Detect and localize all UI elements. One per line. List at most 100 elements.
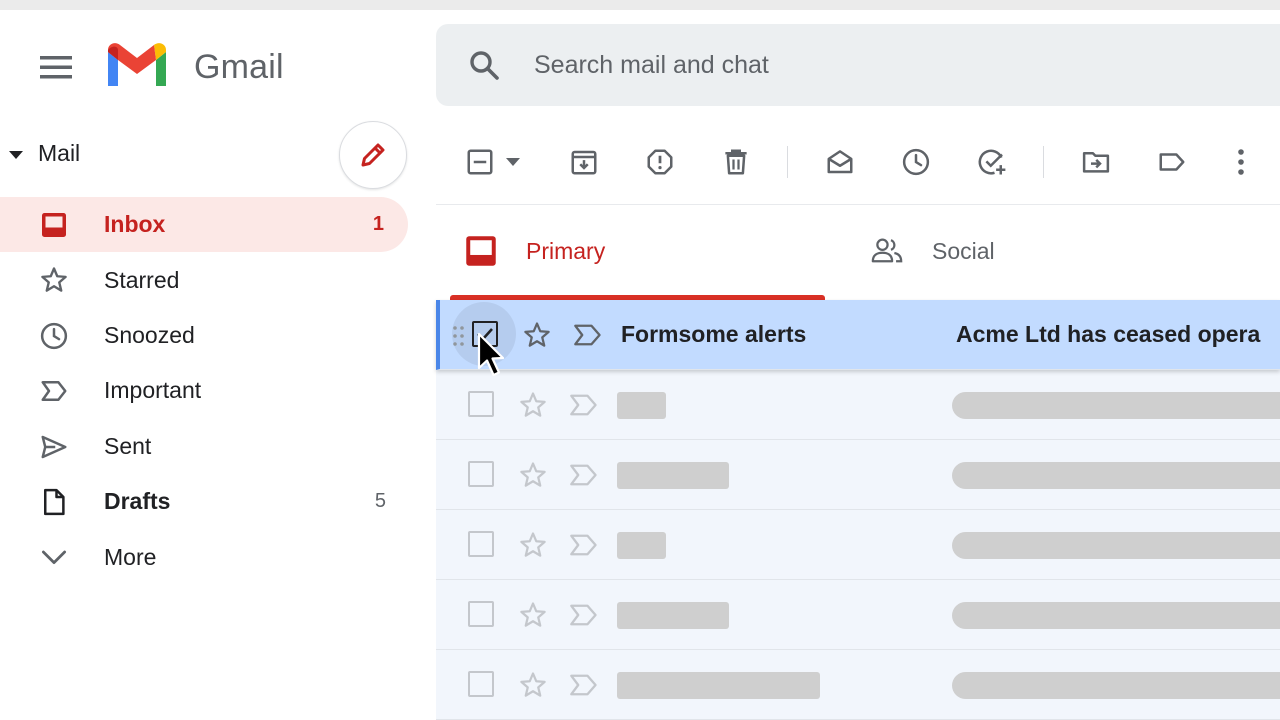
sidebar-item-label: Snoozed [104,321,195,348]
window-top-strip [0,0,1280,10]
gmail-logo-icon [108,43,166,86]
important-icon [38,375,70,407]
category-tabs: Primary Social [436,204,1280,301]
tab-primary[interactable]: Primary [436,204,846,301]
sidebar-item-more[interactable]: More [0,529,410,584]
sidebar-item-label: Drafts [104,488,171,515]
email-subject: Acme Ltd has ceased opera [956,321,1261,347]
gmail-logo[interactable] [104,42,170,90]
important-icon[interactable] [569,532,599,558]
archive-button[interactable] [566,144,602,180]
row-checkbox[interactable] [468,601,494,627]
sender-placeholder-bar [617,602,729,629]
star-icon[interactable] [518,390,548,420]
mail-section-label: Mail [38,140,81,166]
row-checkbox[interactable] [468,461,494,487]
mail-section-collapse-icon[interactable] [8,150,24,160]
sender-placeholder-bar [617,532,666,559]
email-list: Formsome alerts Acme Ltd has ceased oper… [436,300,1280,720]
star-icon[interactable] [518,670,548,700]
sidebar-item-drafts[interactable]: Drafts 5 [0,474,410,529]
add-to-tasks-button[interactable] [974,144,1010,180]
delete-button[interactable] [718,144,754,180]
email-row-placeholder[interactable] [436,510,1280,580]
search-input[interactable]: Search mail and chat [534,51,769,80]
email-row-placeholder[interactable] [436,440,1280,510]
tab-label: Primary [526,238,606,264]
draft-icon [38,486,70,518]
drafts-count: 5 [374,490,386,513]
labels-button[interactable] [1154,144,1190,180]
row-checkbox[interactable] [468,391,494,417]
important-icon[interactable] [569,462,599,488]
move-to-button[interactable] [1078,144,1114,180]
chevron-down-icon [38,541,70,573]
sidebar-item-label: Sent [104,432,152,459]
sender-placeholder-bar [617,462,729,489]
sidebar-item-label: More [104,543,157,570]
row-checkbox[interactable] [468,671,494,697]
email-sender: Formsome alerts [621,321,807,347]
send-icon [38,431,70,463]
report-spam-button[interactable] [642,144,678,180]
star-icon[interactable] [518,600,548,630]
compose-button[interactable] [339,121,407,189]
star-icon[interactable] [518,530,548,560]
report-spam-icon [647,149,673,175]
archive-icon [571,150,597,175]
inbox-icon [466,236,496,266]
search-icon[interactable] [468,49,500,81]
subject-placeholder-bar [952,602,1280,629]
star-icon[interactable] [522,320,552,350]
star-icon[interactable] [518,460,548,490]
sidebar-item-sent[interactable]: Sent [0,419,410,474]
snooze-button[interactable] [898,144,934,180]
dropdown-caret-icon [506,158,520,166]
select-all-checkbox[interactable] [462,144,498,180]
important-icon[interactable] [569,602,599,628]
search-bar[interactable]: Search mail and chat [436,24,1280,106]
row-checkbox[interactable] [468,531,494,557]
important-icon[interactable] [573,322,603,348]
hamburger-menu-icon [40,56,72,79]
sidebar-nav: Inbox 1 Starred Snoozed Important Sent D… [0,197,410,585]
gmail-brand-text: Gmail [194,48,284,86]
sidebar-item-label: Inbox [104,211,166,238]
tab-social[interactable]: Social [846,204,1280,300]
pencil-icon [361,143,385,167]
delete-icon [725,149,747,175]
email-row-placeholder[interactable] [436,650,1280,720]
email-row-placeholder[interactable] [436,580,1280,650]
mark-read-icon [827,150,853,174]
star-icon [38,264,70,296]
mail-toolbar [436,120,1280,205]
email-row[interactable]: Formsome alerts Acme Ltd has ceased oper… [436,300,1280,370]
toolbar-divider [787,146,788,178]
tab-label: Social [932,238,995,264]
sidebar-item-label: Important [104,377,202,404]
move-to-icon [1082,152,1110,173]
label-icon [1159,153,1185,171]
subject-placeholder-bar [952,672,1280,699]
select-options-dropdown[interactable] [498,144,528,180]
sender-placeholder-bar [617,672,820,699]
important-icon[interactable] [569,392,599,418]
snooze-icon [902,148,930,176]
select-checkbox-icon [467,149,493,175]
mark-as-read-button[interactable] [822,144,858,180]
email-row-placeholder[interactable] [436,370,1280,440]
subject-placeholder-bar [952,532,1280,559]
people-icon [871,238,903,263]
sidebar-item-snoozed[interactable]: Snoozed [0,308,410,363]
sidebar-item-important[interactable]: Important [0,363,410,418]
main-menu-button[interactable] [34,45,78,89]
add-task-icon [978,149,1006,175]
unread-count: 1 [372,213,384,236]
important-icon[interactable] [569,672,599,698]
sidebar-item-label: Starred [104,266,180,293]
sidebar-item-inbox[interactable]: Inbox 1 [0,197,408,253]
subject-placeholder-bar [952,462,1280,489]
sidebar-item-starred[interactable]: Starred [0,252,410,307]
sender-placeholder-bar [617,392,666,419]
more-actions-button[interactable] [1223,144,1259,180]
